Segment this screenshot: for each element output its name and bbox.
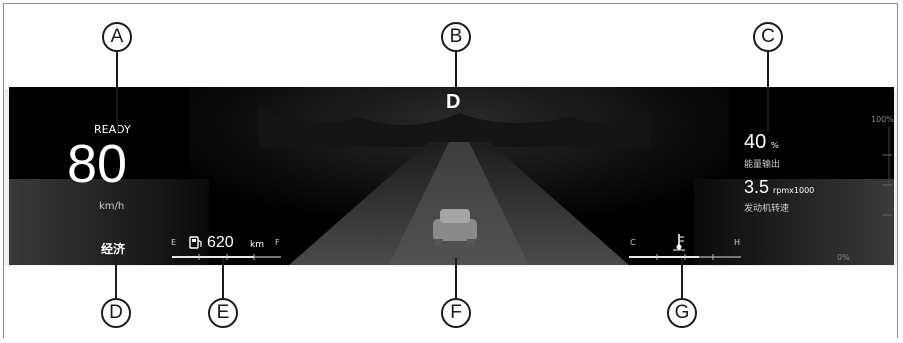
- leader-line-g: [681, 258, 683, 298]
- fuel-empty-label: E: [171, 238, 177, 247]
- temp-cold-label: C: [630, 238, 636, 247]
- power-scale-max: 100%: [871, 115, 894, 124]
- fuel-range-value: 620: [207, 234, 234, 251]
- fuel-range-unit: km: [250, 240, 264, 250]
- leader-line-d: [115, 258, 117, 298]
- leader-line-a: [116, 52, 118, 134]
- engine-rpm-label: 发动机转速: [744, 204, 790, 214]
- callout-a: A: [102, 22, 132, 52]
- instrument-cluster: D READY 80 km/h 经济 E 620 km F C H 40 % 能…: [9, 87, 894, 265]
- drive-mode: 经济: [101, 242, 126, 256]
- power-output-unit: %: [771, 141, 779, 150]
- engine-rpm-unit: rpmx1000: [773, 186, 815, 195]
- leader-line-c: [767, 52, 769, 132]
- temp-hot-label: H: [734, 238, 741, 247]
- power-scale-min: 0%: [837, 253, 850, 262]
- leader-line-f: [455, 258, 457, 298]
- callout-g: G: [667, 298, 697, 328]
- gear-indicator: D: [446, 91, 461, 113]
- leader-line-b: [455, 52, 457, 94]
- speed-value: 80: [67, 134, 128, 194]
- power-output-value: 40: [744, 131, 767, 153]
- fuel-full-label: F: [275, 238, 280, 247]
- engine-rpm-value: 3.5: [744, 177, 770, 197]
- callout-f: F: [441, 298, 471, 328]
- callout-b: B: [441, 22, 471, 52]
- power-output-label: 能量输出: [744, 160, 781, 170]
- callout-c: C: [753, 22, 783, 52]
- callout-d: D: [101, 298, 131, 328]
- leader-line-e: [222, 258, 224, 298]
- callout-e: E: [208, 298, 238, 328]
- speed-unit: km/h: [99, 201, 125, 212]
